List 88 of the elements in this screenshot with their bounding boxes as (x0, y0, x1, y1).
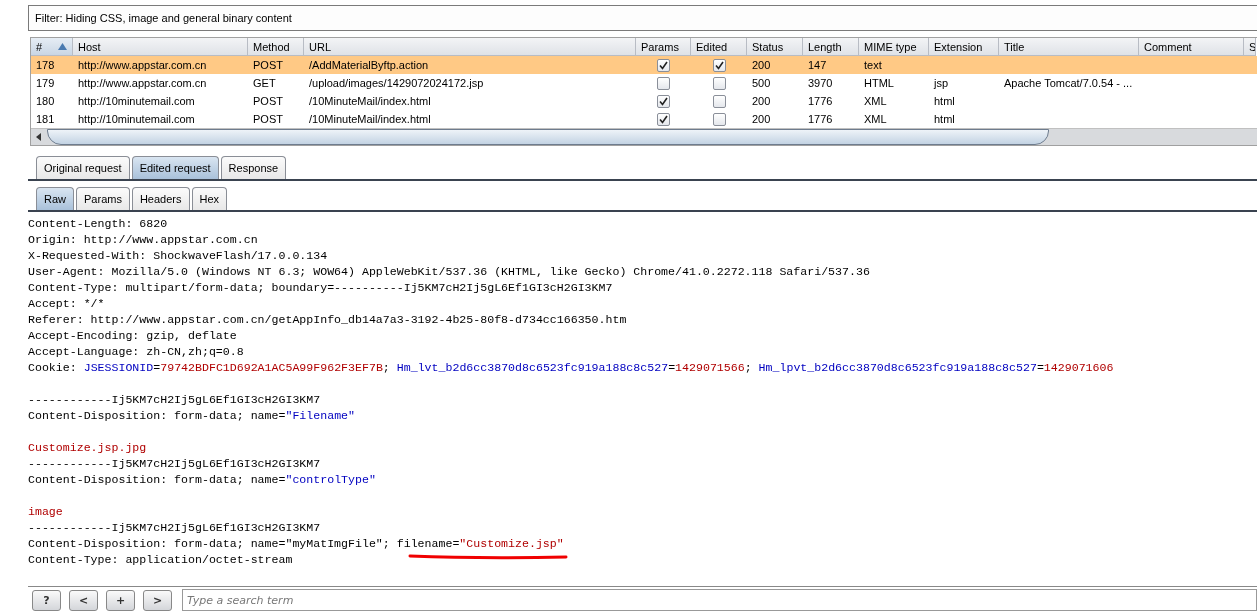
checkbox[interactable] (657, 58, 670, 72)
table-cell: HTML (864, 77, 894, 89)
column-header[interactable]: S (1244, 38, 1256, 56)
sort-icon (58, 43, 67, 50)
request-line: Cookie: JSESSIONID=79742BDFC1D692A1AC5A99F962F3EF7B; Hm_lvt_b2d6cc3870d8c6523fc919a188c8c527=1429071566; Hm_lpvt_b2d6cc3870d8c6523fc919a188c8c527=1429071606 (28, 360, 1114, 376)
selected-row-highlight[interactable]: 178 http://www.appstar.com.cn POST /AddMaterialByftp.action 200 147 text (31, 56, 1257, 74)
table-cell: 1776 (808, 113, 833, 125)
nav-button[interactable]: ? (32, 589, 61, 611)
column-header[interactable]: URL (304, 38, 636, 56)
request-line: ------------Ij5KM7cH2Ij5gL6Ef1GI3cH2GI3KM7 (28, 456, 321, 472)
nav-button[interactable]: > (143, 589, 172, 611)
table-cell: 200 (752, 113, 771, 125)
column-header[interactable]: Method (248, 38, 304, 56)
table-cell: 1776 (808, 95, 833, 107)
table-cell: 500 (752, 77, 771, 89)
table-cell: html (934, 95, 955, 107)
table-cell: jsp (934, 77, 949, 89)
table-cell: /upload/images/1429072024172.jsp (309, 77, 484, 89)
request-line: Origin: http://www.appstar.com.cn (28, 232, 258, 248)
table-cell: /10MinuteMail/index.html (309, 113, 431, 125)
checkbox[interactable] (657, 112, 670, 126)
table-cell: 3970 (808, 77, 833, 89)
request-line: Referer: http://www.appstar.com.cn/getAppInfo_db14a7a3-3192-4b25-80f8-d734cc166350.htm (28, 312, 627, 328)
column-header[interactable]: Extension (929, 38, 999, 56)
request-line: Content-Disposition: form-data; name="controlType" (28, 472, 376, 488)
request-line: User-Agent: Mozilla/5.0 (Windows NT 6.3; WOW64) AppleWebKit/537.36 (KHTML, like Gecko) Chrome/41.0.2272.118 Safari/537.36 (28, 264, 870, 280)
column-header[interactable]: Status (747, 38, 803, 56)
message-tab[interactable]: Response (220, 156, 287, 179)
table-cell: 179 (36, 77, 55, 89)
table-cell: Apache Tomcat/7.0.54 - ... (1004, 77, 1133, 89)
view-tab[interactable]: Headers (131, 187, 190, 210)
nav-button[interactable]: + (106, 589, 135, 611)
table-cell: 200 (752, 95, 771, 107)
table-cell: http://10minutemail.com (78, 113, 195, 125)
table-cell: POST (253, 95, 283, 107)
table-cell: 180 (36, 95, 55, 107)
request-line: ------------Ij5KM7cH2Ij5gL6Ef1GI3cH2GI3KM7 (28, 392, 321, 408)
table-cell: 178 (36, 59, 55, 71)
checkbox[interactable] (712, 58, 726, 72)
search-field[interactable]: Type a search term (182, 589, 1257, 611)
view-tab[interactable]: Hex (191, 187, 228, 210)
table-cell: /10MinuteMail/index.html (309, 95, 431, 107)
request-line: Content-Disposition: form-data; name="Filename" (28, 408, 355, 424)
scrollbar-thumb[interactable] (47, 129, 1049, 145)
table-cell: 181 (36, 113, 55, 125)
table-cell: GET (253, 77, 276, 89)
table-cell: http://www.appstar.com.cn (78, 59, 207, 71)
column-header[interactable]: # (31, 38, 73, 56)
table-cell: POST (253, 59, 283, 71)
request-line: X-Requested-With: ShockwaveFlash/17.0.0.134 (28, 248, 328, 264)
request-line: Content-Type: multipart/form-data; boundary=----------Ij5KM7cH2Ij5gL6Ef1GI3cH2GI3KM7 (28, 280, 613, 296)
table-cell: text (864, 59, 882, 71)
table-cell: 147 (808, 59, 827, 71)
request-line: Content-Type: application/octet-stream (28, 552, 293, 568)
table-cell: 200 (752, 59, 771, 71)
table-cell: /AddMaterialByftp.action (309, 59, 429, 71)
table-cell: POST (253, 113, 283, 125)
checkbox[interactable] (657, 94, 670, 108)
request-line: Accept-Encoding: gzip, deflate (28, 328, 237, 344)
table-cell: XML (864, 95, 887, 107)
table-cell: http://www.appstar.com.cn (78, 77, 207, 89)
view-tab[interactable]: Raw (36, 187, 74, 210)
view-tab[interactable]: Params (76, 187, 130, 210)
message-tab[interactable]: Original request (36, 156, 130, 179)
checkbox[interactable] (712, 76, 726, 90)
request-line: image (28, 504, 63, 520)
request-line: Accept: */* (28, 296, 105, 312)
nav-button[interactable]: < (69, 589, 98, 611)
column-header[interactable]: Length (803, 38, 859, 56)
column-header[interactable]: MIME type (859, 38, 929, 56)
column-header[interactable]: Edited (691, 38, 747, 56)
request-line: Content-Length: 6820 (28, 216, 168, 232)
request-line: Content-Disposition: form-data; name="myMatImgFile"; filename="Customize.jsp" (28, 536, 564, 552)
table-cell: http://10minutemail.com (78, 95, 195, 107)
column-header[interactable]: Host (73, 38, 248, 56)
column-header[interactable]: Comment (1139, 38, 1244, 56)
column-header[interactable]: Params (636, 38, 691, 56)
table-cell: html (934, 113, 955, 125)
message-tab[interactable]: Edited request (131, 156, 219, 179)
request-line: ------------Ij5KM7cH2Ij5gL6Ef1GI3cH2GI3KM7 (28, 520, 321, 536)
checkbox[interactable] (657, 76, 670, 90)
filter-bar[interactable]: Filter: Hiding CSS, image and general binary content (28, 5, 1257, 31)
request-line: Customize.jsp.jpg (28, 440, 147, 456)
table-cell: XML (864, 113, 887, 125)
request-line: Accept-Language: zh-CN,zh;q=0.8 (28, 344, 244, 360)
checkbox[interactable] (712, 94, 726, 108)
checkbox[interactable] (712, 112, 726, 126)
column-header[interactable]: Title (999, 38, 1139, 56)
